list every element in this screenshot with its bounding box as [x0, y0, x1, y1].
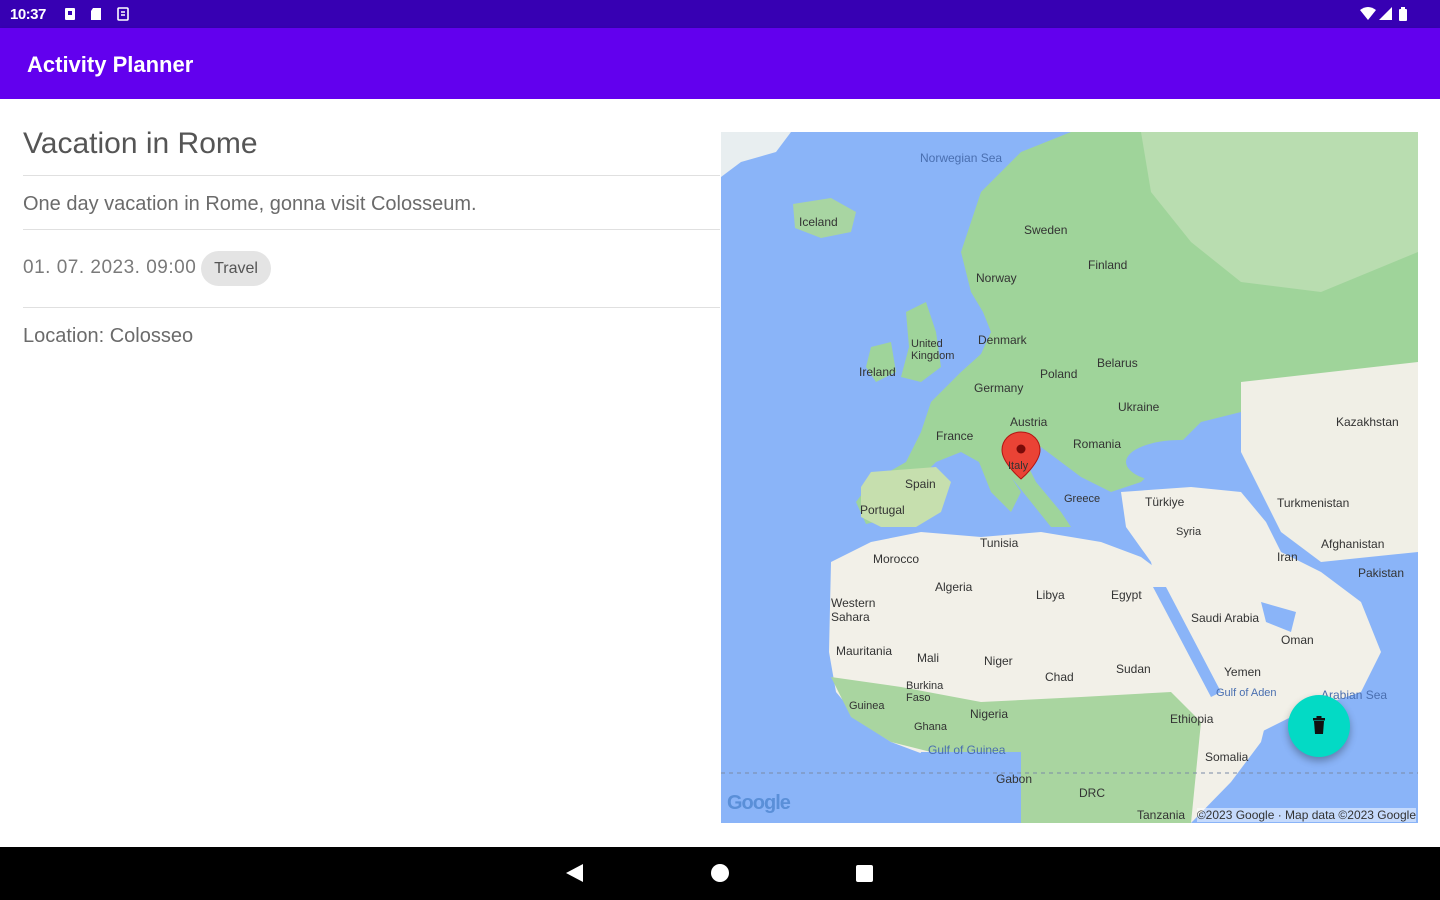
map-label-ethiopia: Ethiopia [1170, 712, 1214, 726]
system-nav-bar [0, 847, 1440, 900]
map-label-burkina-faso: Burkina Faso [906, 680, 944, 704]
map-label-western-sahara: Western Sahara [831, 596, 876, 624]
map-label-afghanistan: Afghanistan [1321, 537, 1385, 551]
map-label-portugal: Portugal [860, 503, 905, 517]
map-label-belarus: Belarus [1097, 356, 1138, 370]
map-label-oman: Oman [1281, 633, 1314, 647]
map-label-mauritania: Mauritania [836, 644, 893, 658]
map-label-gulf-of-aden: Gulf of Aden [1216, 687, 1277, 699]
map-label-tunisia: Tunisia [980, 536, 1019, 550]
map-label-turkiye: Türkiye [1145, 495, 1185, 509]
map-label-poland: Poland [1040, 367, 1078, 381]
activity-title: Vacation in Rome [23, 127, 258, 160]
map-label-gabon: Gabon [996, 772, 1033, 786]
map-label-somalia: Somalia [1205, 750, 1249, 764]
divider [23, 307, 720, 308]
map-label-norway: Norway [976, 271, 1017, 285]
map-label-ukraine: Ukraine [1118, 400, 1160, 414]
activity-datetime: 01. 07. 2023. 09:00 [23, 257, 197, 278]
map-label-drc: DRC [1079, 786, 1105, 800]
map-label-iran: Iran [1277, 550, 1298, 564]
map-label-turkmenistan: Turkmenistan [1277, 496, 1350, 510]
map-label-austria: Austria [1010, 415, 1048, 429]
map-label-pakistan: Pakistan [1358, 566, 1405, 580]
map-label-yemen: Yemen [1224, 665, 1261, 679]
map-label-algeria: Algeria [935, 580, 973, 594]
activity-description: One day vacation in Rome, gonna visit Co… [23, 193, 477, 215]
map-label-egypt: Egypt [1111, 588, 1142, 602]
map-label-denmark: Denmark [978, 333, 1027, 347]
map-label-germany: Germany [974, 381, 1024, 395]
battery-icon [1398, 7, 1410, 21]
map-label-chad: Chad [1045, 670, 1074, 684]
map-label-nigeria: Nigeria [970, 707, 1009, 721]
land-greenland [721, 132, 791, 177]
activity-info-panel: Vacation in Rome One day vacation in Rom… [0, 99, 720, 847]
app-title: Activity Planner [27, 52, 194, 77]
map-label-morocco: Morocco [873, 552, 920, 566]
map-label-spain: Spain [905, 477, 936, 491]
activity-location: Location: Colosseo [23, 325, 194, 347]
status-time: 10:37 [10, 6, 46, 23]
map-label-ghana: Ghana [914, 721, 948, 733]
map-label-mali: Mali [917, 651, 940, 665]
map-label-finland: Finland [1088, 258, 1128, 272]
status-bar: 10:37 [0, 0, 1440, 28]
divider [23, 229, 720, 230]
map-label-tanzania: Tanzania [1137, 808, 1186, 822]
map-label-romania: Romania [1073, 437, 1122, 451]
map-label-libya: Libya [1036, 588, 1065, 602]
map-label-france: France [936, 429, 974, 443]
map-label-greece: Greece [1064, 493, 1101, 505]
map-label-niger: Niger [984, 654, 1013, 668]
sd-card-icon [90, 7, 102, 21]
category-chip[interactable]: Travel [201, 251, 271, 286]
map-label-sweden: Sweden [1024, 223, 1068, 237]
map-label-gulf-of-guinea: Gulf of Guinea [928, 743, 1006, 757]
divider [23, 175, 720, 176]
map-label-italy: Italy [1008, 460, 1029, 472]
sim-icon [117, 7, 129, 21]
map-label-kazakhstan: Kazakhstan [1336, 415, 1399, 429]
recents-icon[interactable] [856, 865, 873, 882]
map-label-iceland: Iceland [799, 215, 838, 229]
black-sea [1126, 440, 1236, 484]
google-logo: Google [727, 792, 791, 814]
home-icon[interactable] [711, 864, 729, 882]
trash-icon [1313, 716, 1325, 734]
delete-button[interactable] [1288, 695, 1350, 757]
map-label-ireland: Ireland [859, 365, 896, 379]
land-iberia [861, 467, 951, 527]
gulf-of-guinea [901, 752, 1021, 823]
notification-icon [64, 7, 76, 21]
map-label-norwegian-sea: Norwegian Sea [920, 151, 1003, 165]
map-label-saudi-arabia: Saudi Arabia [1191, 611, 1260, 625]
wifi-icon [1360, 7, 1376, 21]
activity-detail: Vacation in Rome One day vacation in Rom… [0, 99, 1440, 847]
map-label-syria: Syria [1176, 526, 1202, 538]
map-attribution[interactable]: ©2023 Google · Map data ©2023 Google [1196, 808, 1416, 822]
back-icon[interactable] [566, 864, 583, 882]
map-label-united-kingdom: United Kingdom [911, 338, 955, 362]
signal-icon [1379, 7, 1393, 21]
map-label-guinea: Guinea [849, 700, 885, 712]
map-label-sudan: Sudan [1116, 662, 1151, 676]
app-bar: Activity Planner [0, 28, 1440, 99]
